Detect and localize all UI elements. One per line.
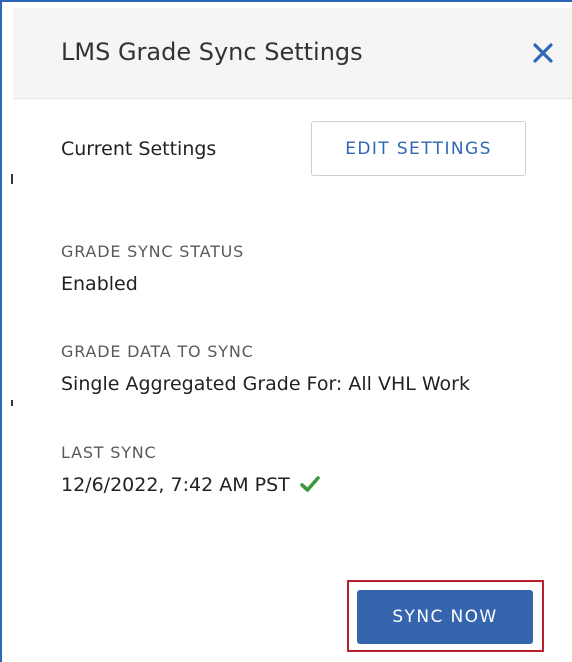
grade-data-to-sync-value: Single Aggregated Grade For: All VHL Wor… — [61, 373, 470, 395]
checkmark-icon — [300, 476, 320, 492]
grade-data-to-sync-label: GRADE DATA TO SYNC — [61, 342, 254, 361]
background-edge-mark — [11, 174, 13, 184]
current-settings-label: Current Settings — [61, 138, 217, 160]
close-icon — [533, 43, 553, 63]
dialog-title: LMS Grade Sync Settings — [61, 38, 363, 66]
lms-grade-sync-dialog: LMS Grade Sync Settings Current Settings… — [0, 0, 572, 662]
last-sync-row: 12/6/2022, 7:42 AM PST — [61, 474, 320, 496]
dialog-header: LMS Grade Sync Settings — [13, 8, 572, 99]
grade-sync-status-value: Enabled — [61, 273, 138, 295]
grade-sync-status-label: GRADE SYNC STATUS — [61, 242, 245, 261]
sync-now-button[interactable]: SYNC NOW — [357, 590, 533, 644]
last-sync-value: 12/6/2022, 7:42 AM PST — [61, 474, 290, 496]
background-edge-mark — [11, 400, 13, 406]
close-button[interactable] — [529, 39, 557, 67]
edit-settings-button[interactable]: EDIT SETTINGS — [311, 121, 526, 176]
last-sync-label: LAST SYNC — [61, 443, 157, 462]
